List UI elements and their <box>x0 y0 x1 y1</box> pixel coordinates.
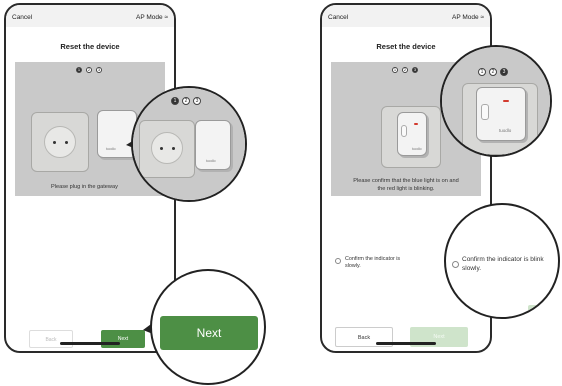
zoom-gateway-device: tuodlo <box>195 120 231 170</box>
red-led <box>503 100 509 102</box>
zoom-confirm-option: Confirm the indicator is blink slowly. <box>444 203 560 319</box>
step-indicator: 1 2 3 <box>392 66 420 74</box>
red-led <box>414 123 418 125</box>
step-dot-2: 2 <box>402 67 408 73</box>
radio-button[interactable] <box>335 258 341 264</box>
zoom-device-closeup: 1 2 3 tuodlo <box>131 86 247 202</box>
gateway-device: tuodlo <box>397 112 427 156</box>
top-bar: Cancel AP Mode ≈ <box>322 5 490 27</box>
zoom-step-indicator: 1 2 3 <box>171 96 213 105</box>
step-dot-3: 3 <box>412 67 418 73</box>
zoom-step-indicator: 1 2 3 <box>478 67 520 77</box>
zoom-option-label: Confirm the indicator is blink slowly. <box>462 256 544 272</box>
cancel-button[interactable]: Cancel <box>328 14 348 21</box>
zoom-next-label: Next <box>160 316 258 350</box>
home-indicator <box>376 342 436 345</box>
zoom-gateway-closeup: 1 2 3 tuodlo <box>440 45 552 157</box>
step-dot-1: 1 <box>392 67 398 73</box>
option-label: Confirm the indicator is slowly. <box>345 256 401 269</box>
ap-mode-label[interactable]: AP Mode ≈ <box>452 14 484 21</box>
zoom-next-button: Next <box>150 269 266 385</box>
instruction-text: Please confirm that the blue light is on… <box>353 178 459 192</box>
zoom-wall-socket <box>139 120 195 178</box>
zoom-gateway-device: tuodlo <box>476 87 526 141</box>
zoom-next-button-edge <box>528 305 558 317</box>
